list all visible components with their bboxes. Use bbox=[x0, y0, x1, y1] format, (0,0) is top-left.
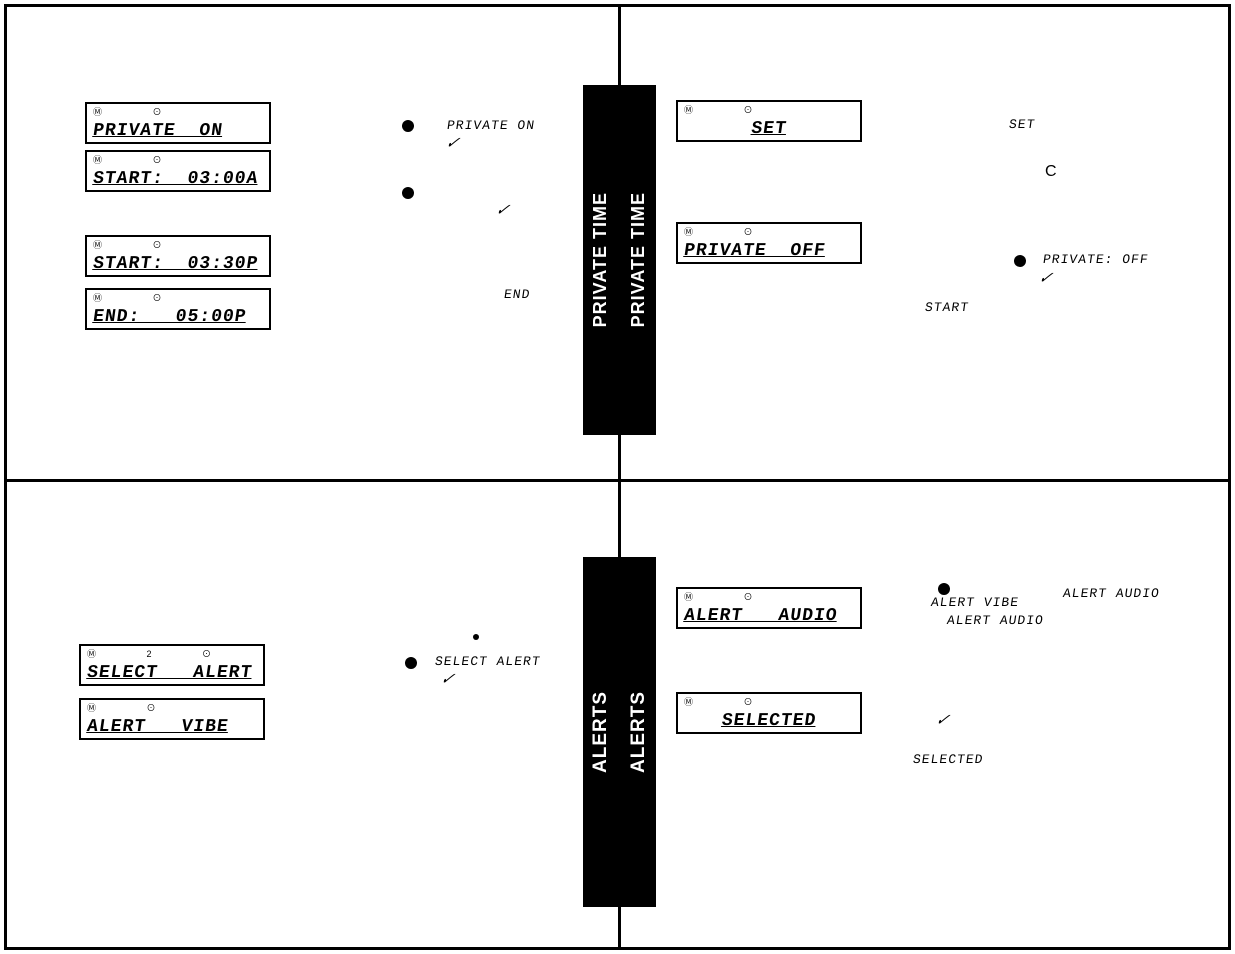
quadrant-bottom-left: ALERTS Ⓜ 2 ⊙ SELECT ALERT Ⓜ ⊙ ALERT VIBE… bbox=[7, 479, 618, 951]
quadrant-bottom-right: ALERTS Ⓜ ⊙ ALERT AUDIO Ⓜ ⊙ SELECTED ALER… bbox=[621, 479, 1232, 951]
lcd-status-icons: Ⓜ ⊙ bbox=[93, 105, 186, 118]
bullet-icon bbox=[402, 187, 414, 199]
note-private-off: PRIVATE: OFF bbox=[1042, 252, 1150, 267]
section-label-private-time: PRIVATE TIME bbox=[583, 85, 618, 435]
note-start: START bbox=[924, 300, 970, 315]
page-border: PRIVATE TIME Ⓜ ⊙ PRIVATE ON Ⓜ ⊙ START: 0… bbox=[4, 4, 1231, 950]
lcd-start-2: Ⓜ ⊙ START: 03:30P bbox=[85, 235, 271, 277]
checkmark-icon: ✓ bbox=[493, 200, 512, 220]
lcd-status-icons: Ⓜ ⊙ bbox=[93, 291, 186, 304]
lcd-status-icons: Ⓜ ⊙ bbox=[93, 238, 186, 251]
section-label-private-time: PRIVATE TIME bbox=[621, 85, 656, 435]
lcd-status-icons: Ⓜ ⊙ bbox=[93, 153, 186, 166]
checkmark-icon: ✓ bbox=[933, 710, 952, 730]
lcd-private-off: Ⓜ ⊙ PRIVATE OFF bbox=[676, 222, 862, 264]
checkmark-icon: ✓ bbox=[443, 133, 462, 153]
lcd-alert-audio: Ⓜ ⊙ ALERT AUDIO bbox=[676, 587, 862, 629]
note-letter-c: C bbox=[1045, 163, 1057, 181]
bullet-icon bbox=[405, 657, 417, 669]
bullet-icon bbox=[473, 634, 479, 640]
lcd-status-icons: Ⓜ ⊙ bbox=[684, 103, 777, 116]
lcd-set: Ⓜ ⊙ SET bbox=[676, 100, 862, 142]
note-set: SET bbox=[1008, 117, 1037, 132]
note-private-on: PRIVATE ON bbox=[446, 118, 536, 133]
bullet-icon bbox=[938, 583, 950, 595]
lcd-end: Ⓜ ⊙ END: 05:00P bbox=[85, 288, 271, 330]
quadrant-top-left: PRIVATE TIME Ⓜ ⊙ PRIVATE ON Ⓜ ⊙ START: 0… bbox=[7, 7, 618, 479]
lcd-select-alert: Ⓜ 2 ⊙ SELECT ALERT bbox=[79, 644, 265, 686]
note-alert-vibe: ALERT VIBE bbox=[930, 595, 1020, 610]
lcd-status-icons: Ⓜ 2 ⊙ bbox=[87, 647, 235, 660]
quadrant-top-right: PRIVATE TIME Ⓜ ⊙ SET Ⓜ ⊙ PRIVATE OFF SET… bbox=[621, 7, 1232, 479]
note-alert-audio-2: ALERT AUDIO bbox=[946, 613, 1045, 628]
lcd-alert-vibe: Ⓜ ⊙ ALERT VIBE bbox=[79, 698, 265, 740]
note-selected: SELECTED bbox=[912, 752, 985, 767]
lcd-status-icons: Ⓜ ⊙ bbox=[87, 701, 180, 714]
section-label-alerts: ALERTS bbox=[621, 557, 656, 907]
note-end: END bbox=[503, 287, 532, 302]
lcd-selected: Ⓜ ⊙ SELECTED bbox=[676, 692, 862, 734]
lcd-status-icons: Ⓜ ⊙ bbox=[684, 590, 777, 603]
note-alert-audio-1: ALERT AUDIO bbox=[1062, 586, 1161, 601]
lcd-status-icons: Ⓜ ⊙ bbox=[684, 695, 777, 708]
bullet-icon bbox=[1014, 255, 1026, 267]
checkmark-icon: ✓ bbox=[1036, 268, 1055, 288]
note-select-alert: SELECT ALERT bbox=[434, 654, 542, 669]
section-label-alerts: ALERTS bbox=[583, 557, 618, 907]
checkmark-icon: ✓ bbox=[438, 669, 457, 689]
bullet-icon bbox=[402, 120, 414, 132]
lcd-private-on: Ⓜ ⊙ PRIVATE ON bbox=[85, 102, 271, 144]
lcd-status-icons: Ⓜ ⊙ bbox=[684, 225, 777, 238]
lcd-start-1: Ⓜ ⊙ START: 03:00A bbox=[85, 150, 271, 192]
